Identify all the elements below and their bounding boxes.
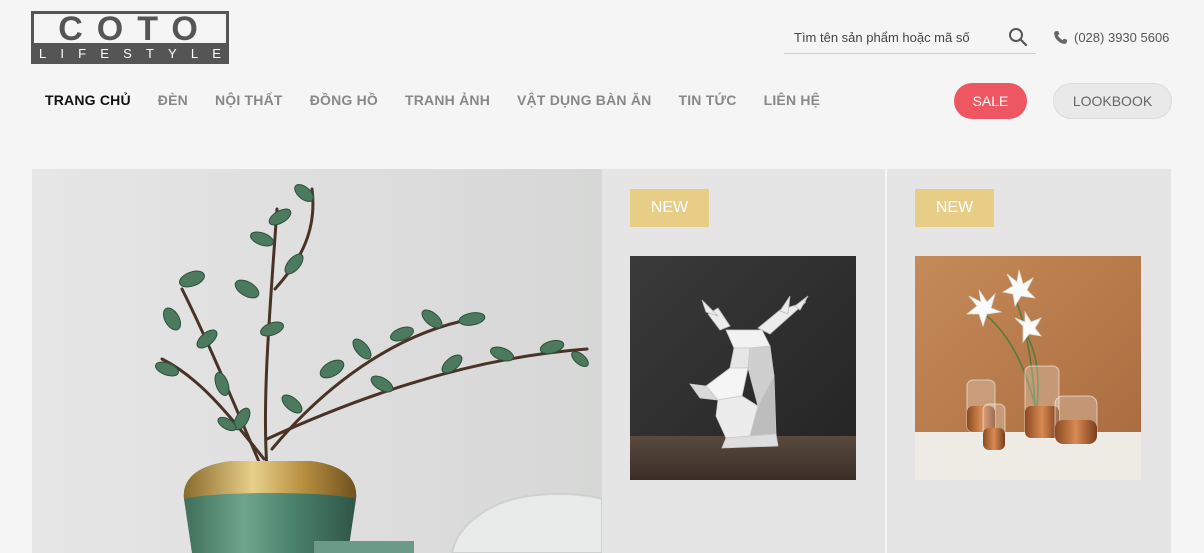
brand-logo[interactable]: COTO L I F E S T Y L E <box>31 11 229 64</box>
glass-vases-image <box>915 256 1141 480</box>
phone-contact[interactable]: (028) 3930 5606 <box>1053 30 1169 45</box>
product-card[interactable]: NEW <box>602 169 886 553</box>
main-nav: TRANG CHỦ ĐÈN NỘI THẤT ĐỒNG HỒ TRANH ẢNH… <box>45 92 847 108</box>
hero-banner[interactable] <box>32 169 602 553</box>
logo-wordmark-frame: COTO <box>31 9 229 48</box>
logo-tagline-letter: L <box>190 46 199 61</box>
logo-tagline-letter: E <box>100 46 109 61</box>
hero-vase-image <box>32 169 602 553</box>
logo-tagline-letter: T <box>145 46 154 61</box>
product-image-vases[interactable] <box>915 256 1141 480</box>
logo-wordmark: COTO <box>58 9 212 48</box>
nav-item-furniture[interactable]: NỘI THẤT <box>215 92 283 108</box>
lookbook-button[interactable]: LOOKBOOK <box>1053 83 1172 119</box>
nav-item-news[interactable]: TIN TỨC <box>678 92 736 108</box>
logo-tagline-letter: I <box>60 46 65 61</box>
phone-number: (028) 3930 5606 <box>1074 30 1170 45</box>
logo-tagline-letter: F <box>78 46 87 61</box>
logo-tagline-letter: E <box>212 46 221 61</box>
new-badge: NEW <box>630 189 709 227</box>
new-badge: NEW <box>915 189 994 227</box>
phone-icon <box>1054 30 1068 44</box>
nav-item-lights[interactable]: ĐÈN <box>158 92 188 108</box>
logo-tagline-letter: Y <box>168 46 177 61</box>
sale-button[interactable]: SALE <box>954 83 1027 119</box>
nav-item-pictures[interactable]: TRANH ẢNH <box>405 92 490 108</box>
deer-sculpture-image <box>630 256 856 480</box>
logo-tagline-letter: L <box>39 46 47 61</box>
search-bar <box>784 22 1036 54</box>
nav-item-clocks[interactable]: ĐỒNG HỒ <box>310 92 378 108</box>
nav-item-home[interactable]: TRANG CHỦ <box>45 92 131 108</box>
nav-item-tableware[interactable]: VẬT DỤNG BÀN ĂN <box>517 92 651 108</box>
product-image-deer[interactable] <box>630 256 856 480</box>
nav-item-contact[interactable]: LIÊN HỆ <box>764 92 821 108</box>
search-input[interactable] <box>784 22 999 52</box>
logo-tagline-letter: S <box>123 46 132 61</box>
product-card[interactable]: NEW <box>887 169 1171 553</box>
search-icon[interactable] <box>1008 27 1028 47</box>
